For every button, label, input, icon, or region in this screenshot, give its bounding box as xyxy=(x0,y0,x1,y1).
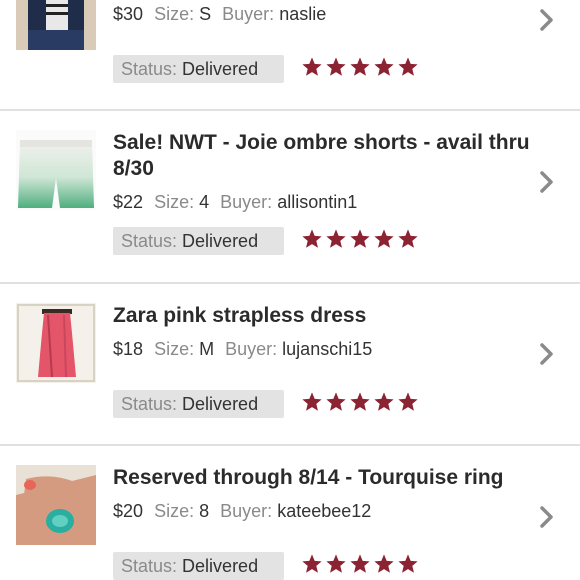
star-icon xyxy=(350,392,370,411)
item-thumbnail[interactable] xyxy=(16,0,96,50)
pink-dress-photo xyxy=(16,303,96,383)
star-icon xyxy=(302,392,322,411)
star-icon xyxy=(374,554,394,573)
star-icon xyxy=(326,554,346,573)
status-badge: Status: Delivered xyxy=(113,552,284,580)
chevron-right-icon[interactable] xyxy=(538,505,556,529)
item-thumbnail[interactable] xyxy=(16,465,96,545)
item-thumbnail[interactable] xyxy=(16,130,96,210)
star-icon xyxy=(398,392,418,411)
star-icon xyxy=(302,57,322,76)
star-icon xyxy=(350,554,370,573)
item-details: $18 Size: M Buyer: lujanschi15 xyxy=(113,339,373,359)
star-icon xyxy=(374,57,394,76)
item-thumbnail[interactable] xyxy=(16,303,96,383)
rating-stars xyxy=(301,228,421,250)
rating-stars xyxy=(301,553,421,575)
row-divider xyxy=(0,444,580,446)
striped-top-photo xyxy=(16,0,96,50)
ombre-shorts-photo xyxy=(16,130,96,210)
row-divider xyxy=(0,282,580,284)
star-icon xyxy=(326,392,346,411)
rating-stars xyxy=(301,56,421,78)
status-badge: Status: Delivered xyxy=(113,390,284,418)
star-icon xyxy=(350,229,370,248)
rating-stars xyxy=(301,391,421,413)
status-badge: Status: Delivered xyxy=(113,55,284,83)
row-divider xyxy=(0,109,580,111)
star-icon xyxy=(374,392,394,411)
star-icon xyxy=(326,57,346,76)
item-title[interactable]: Sale! NWT - Joie ombre shorts - avail th… xyxy=(113,130,538,182)
status-badge: Status: Delivered xyxy=(113,227,284,255)
star-icon xyxy=(302,229,322,248)
star-icon xyxy=(326,229,346,248)
star-icon xyxy=(302,554,322,573)
item-details: $30 Size: S Buyer: naslie xyxy=(113,4,327,24)
star-icon xyxy=(350,57,370,76)
star-icon xyxy=(398,229,418,248)
item-title[interactable]: Reserved through 8/14 - Tourquise ring xyxy=(113,465,538,491)
star-icon xyxy=(398,554,418,573)
turquoise-ring-photo xyxy=(16,465,96,545)
item-title[interactable]: Zara pink strapless dress xyxy=(113,303,538,329)
chevron-right-icon[interactable] xyxy=(538,8,556,32)
item-details: $22 Size: 4 Buyer: allisontin1 xyxy=(113,192,358,212)
chevron-right-icon[interactable] xyxy=(538,170,556,194)
star-icon xyxy=(398,57,418,76)
item-details: $20 Size: 8 Buyer: kateebee12 xyxy=(113,501,372,521)
star-icon xyxy=(374,229,394,248)
chevron-right-icon[interactable] xyxy=(538,342,556,366)
